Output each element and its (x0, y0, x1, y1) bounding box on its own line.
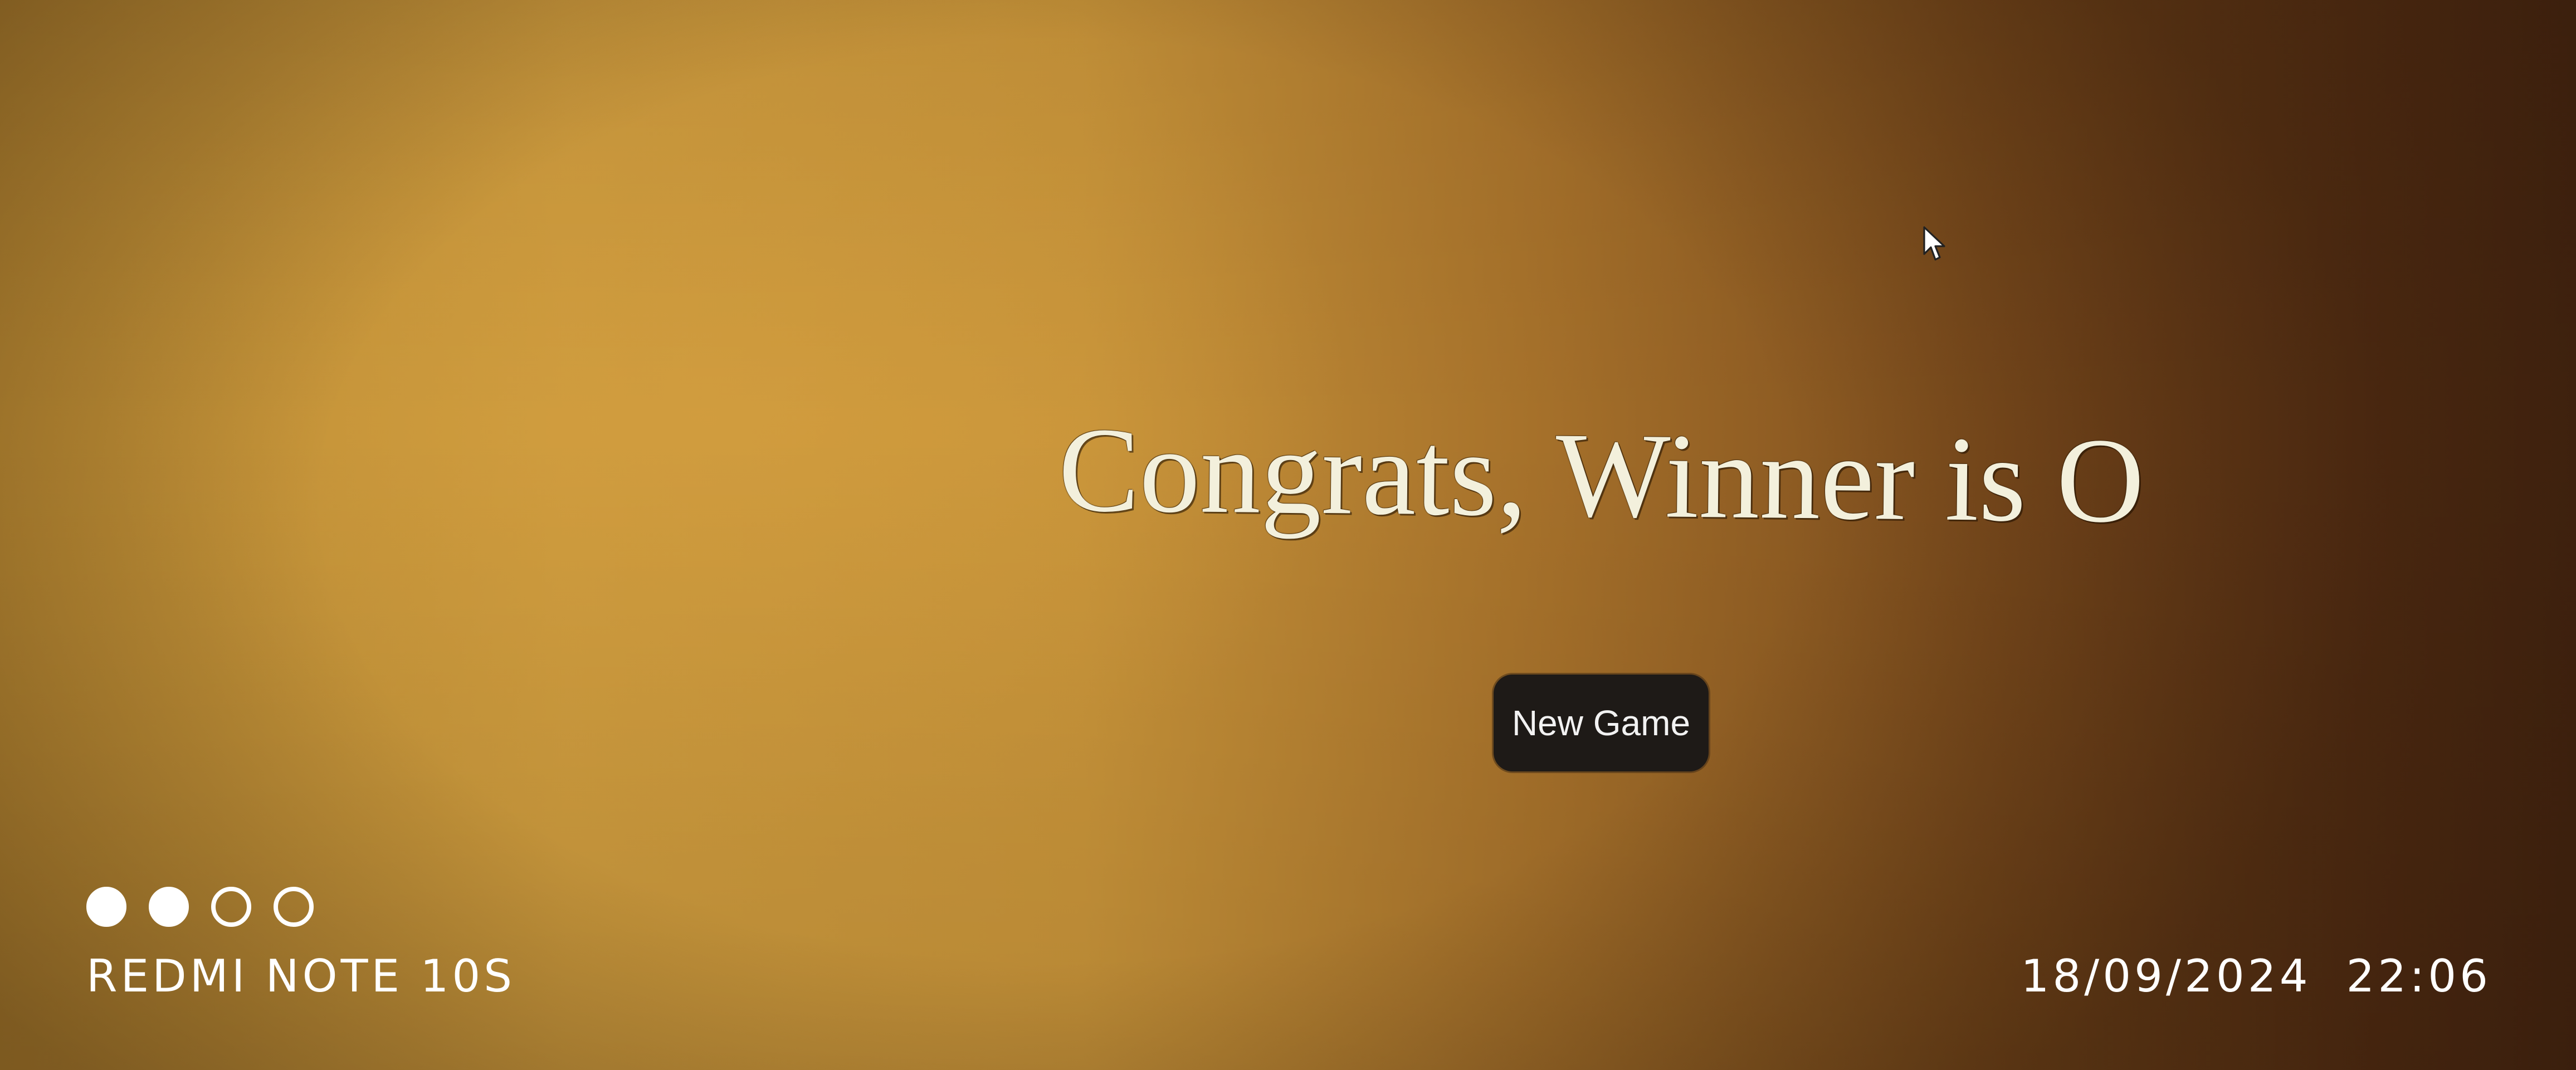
camera-mode-dots (86, 887, 314, 927)
new-game-button[interactable]: New Game (1494, 675, 1709, 771)
dot-empty-icon (274, 887, 314, 927)
dot-empty-icon (211, 887, 251, 927)
device-watermark: REDMI NOTE 10S (86, 950, 516, 1002)
dot-filled-icon (86, 887, 126, 927)
mouse-pointer-icon (1923, 226, 1945, 261)
winner-message: Congrats, Winner is O (1057, 403, 2145, 549)
dot-filled-icon (149, 887, 189, 927)
timestamp-watermark: 18/09/2024 22:06 (2021, 950, 2491, 1002)
